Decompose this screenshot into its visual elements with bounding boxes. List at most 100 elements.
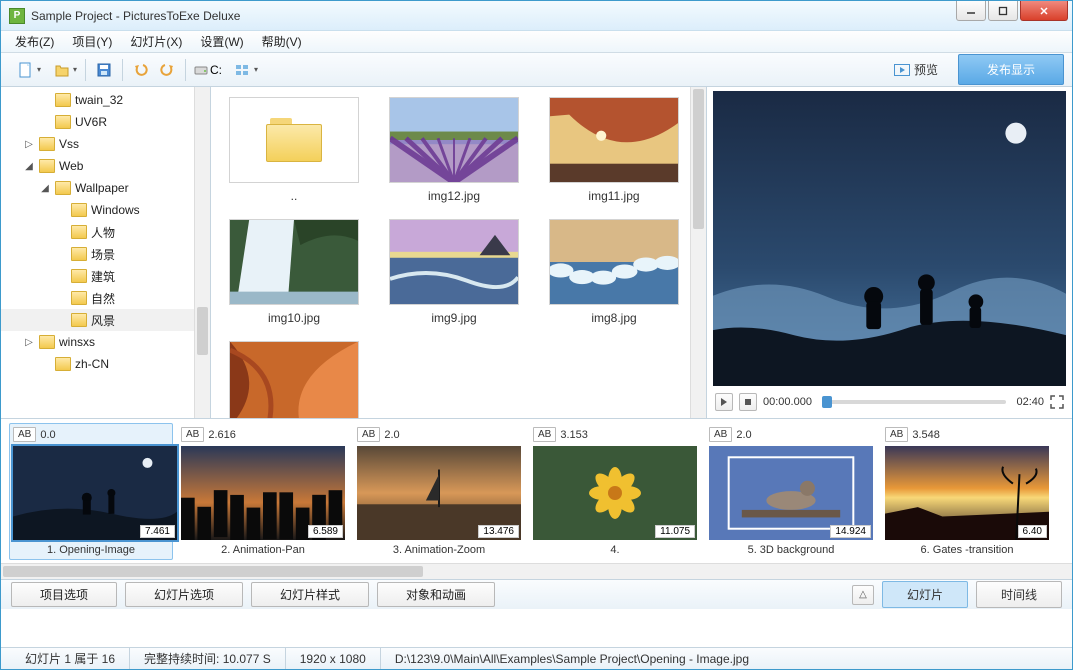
file-thumbnail[interactable] [229,341,359,418]
close-button[interactable] [1020,1,1068,21]
save-button[interactable] [92,58,116,82]
ab-badge[interactable]: AB [533,427,556,442]
ab-badge[interactable]: AB [357,427,380,442]
tab-slides[interactable]: 幻灯片 [882,581,968,608]
tree-item[interactable]: zh-CN [1,353,210,375]
ab-badge[interactable]: AB [709,427,732,442]
tab-timeline[interactable]: 时间线 [976,581,1062,608]
folder-tree[interactable]: twain_32UV6R▷Vss ◢ Web ◢WallpaperWindows人物场… [1,87,211,418]
tree-item[interactable]: 场景 [1,243,210,265]
folder-icon [39,335,55,349]
tree-toggle-icon[interactable]: ▷ [23,337,35,348]
file-thumbnail[interactable]: img12.jpg [389,97,519,203]
end-time: 02:40 [1016,396,1044,408]
folder-icon [71,203,87,217]
fullscreen-icon[interactable] [1050,395,1064,409]
undo-button[interactable] [129,58,153,82]
slide-list[interactable]: AB 0.0 7.461 1. Opening-Image AB 2.616 6… [1,419,1072,579]
tree-item[interactable]: 自然 [1,287,210,309]
minimize-button[interactable] [956,1,986,21]
ab-badge[interactable]: AB [885,427,908,442]
collapse-button[interactable]: △ [852,585,874,605]
slide-item[interactable]: AB 2.0 14.924 5. 3D background [709,427,873,556]
menu-publish[interactable]: 发布(Z) [7,31,62,52]
tree-item[interactable]: twain_32 [1,89,210,111]
file-thumbnail[interactable]: img9.jpg [389,219,519,325]
thumbnail-image [389,219,519,305]
folder-icon [71,291,87,305]
menu-project[interactable]: 项目(Y) [64,31,120,52]
folder-icon [55,93,71,107]
thumbnail-image [229,341,359,418]
thumbnail-image [229,219,359,305]
slide-item[interactable]: AB 3.153 11.075 4. [533,427,697,556]
time-slider[interactable] [822,400,1007,404]
view-button[interactable]: ▾ [226,58,260,82]
tree-item[interactable]: ◢ Web [1,155,210,177]
file-thumbnail[interactable]: .. [229,97,359,203]
tree-item[interactable]: ▷Vss [1,133,210,155]
file-thumbnail[interactable]: img11.jpg [549,97,679,203]
slide-start-time: 2.0 [736,429,751,441]
slide-label: 1. Opening-Image [13,544,169,556]
file-thumbnails[interactable]: .. img12.jpg img11.jpg img10.jpg img9.jpg img… [211,87,706,418]
tree-item[interactable]: 建筑 [1,265,210,287]
thumbnail-label: img8.jpg [591,311,636,325]
redo-button[interactable] [155,58,179,82]
play-button[interactable] [715,393,733,411]
slide-duration: 6.40 [1018,525,1047,538]
slide-label: 2. Animation-Pan [181,544,345,556]
thumbs-scrollbar[interactable] [690,87,706,418]
drive-button[interactable]: C: [192,58,224,82]
folder-icon [71,225,87,239]
play-icon [894,64,910,76]
open-button[interactable]: ▾ [45,58,79,82]
status-slide-info: 幻灯片 1 属于 16 [11,648,130,669]
tree-label: Web [59,159,83,173]
project-options-button[interactable]: 项目选项 [11,582,117,607]
objects-animation-button[interactable]: 对象和动画 [377,582,495,607]
tree-scrollbar[interactable] [194,87,210,418]
tree-item[interactable]: ◢Wallpaper [1,177,210,199]
thumbnail-image [389,97,519,183]
slide-item[interactable]: AB 2.0 13.476 3. Animation-Zoom [357,427,521,556]
tree-item[interactable]: 风景 [1,309,210,331]
ab-badge[interactable]: AB [13,427,36,442]
slide-label: 6. Gates -transition [885,544,1049,556]
slide-item[interactable]: AB 2.616 6.589 2. Animation-Pan [181,427,345,556]
tree-label: 建筑 [91,268,115,285]
file-thumbnail[interactable]: img8.jpg [549,219,679,325]
menu-settings[interactable]: 设置(W) [192,31,251,52]
slide-label: 3. Animation-Zoom [357,544,521,556]
thumbnail-label: img10.jpg [268,311,320,325]
slide-item[interactable]: AB 0.0 7.461 1. Opening-Image [9,423,173,560]
folder-icon [55,115,71,129]
tree-toggle-icon[interactable]: ◢ [39,183,51,194]
tree-item[interactable]: ▷winsxs [1,331,210,353]
slide-item[interactable]: AB 3.548 6.40 6. Gates -transition [885,427,1049,556]
maximize-button[interactable] [988,1,1018,21]
file-thumbnail[interactable]: img10.jpg [229,219,359,325]
slide-thumbnail: 13.476 [357,446,521,540]
publish-button[interactable]: 发布显示 [958,54,1064,85]
slide-style-button[interactable]: 幻灯片样式 [251,582,369,607]
menu-help[interactable]: 帮助(V) [254,31,310,52]
slide-start-time: 3.548 [912,429,940,441]
new-button[interactable]: ▾ [9,58,43,82]
tree-item[interactable]: Windows [1,199,210,221]
slide-options-button[interactable]: 幻灯片选项 [125,582,243,607]
ab-badge[interactable]: AB [181,427,204,442]
menu-slide[interactable]: 幻灯片(X) [122,31,190,52]
tree-toggle-icon[interactable]: ▷ [23,139,35,150]
preview-image[interactable] [713,91,1066,386]
tree-item[interactable]: UV6R [1,111,210,133]
tree-toggle-icon[interactable]: ◢ [23,161,35,172]
menu-bar: 发布(Z) 项目(Y) 幻灯片(X) 设置(W) 帮助(V) [1,31,1072,53]
slides-scrollbar[interactable] [1,563,1072,579]
tree-item[interactable]: 人物 [1,221,210,243]
folder-icon [55,357,71,371]
stop-button[interactable] [739,393,757,411]
window-title: Sample Project - PicturesToExe Deluxe [31,9,956,23]
slide-duration: 13.476 [478,525,519,538]
preview-button[interactable]: 预览 [882,57,950,82]
